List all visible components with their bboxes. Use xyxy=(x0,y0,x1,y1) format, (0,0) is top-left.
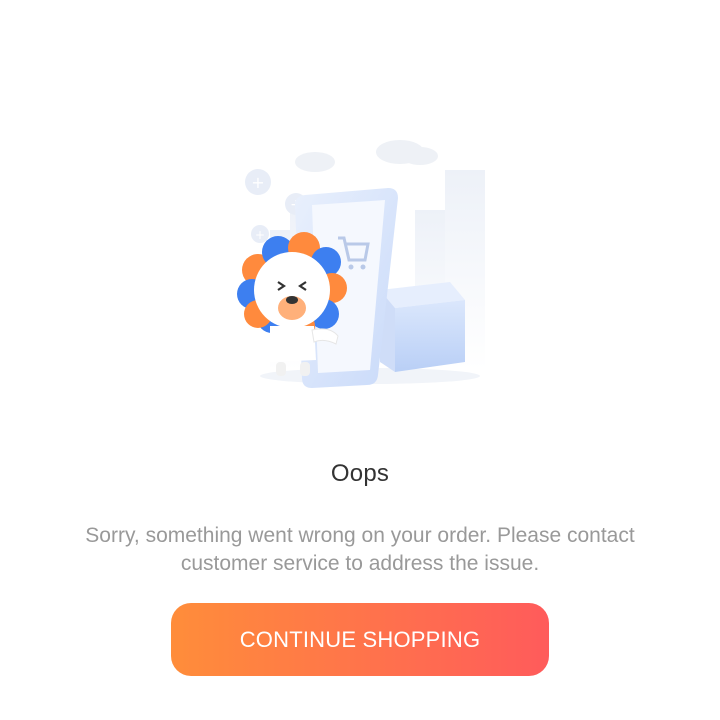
package-box-icon xyxy=(380,282,465,372)
continue-shopping-button[interactable]: CONTINUE SHOPPING xyxy=(171,603,549,676)
error-page: + + + xyxy=(0,0,720,720)
error-title: Oops xyxy=(330,460,390,487)
mascot-phone-icon: + + + xyxy=(237,140,485,388)
error-illustration: + + + xyxy=(220,130,500,400)
svg-text:+: + xyxy=(251,173,264,192)
svg-text:+: + xyxy=(255,228,265,242)
error-message: Sorry, something went wrong on your orde… xyxy=(85,524,635,575)
cloud-icon xyxy=(295,140,438,172)
